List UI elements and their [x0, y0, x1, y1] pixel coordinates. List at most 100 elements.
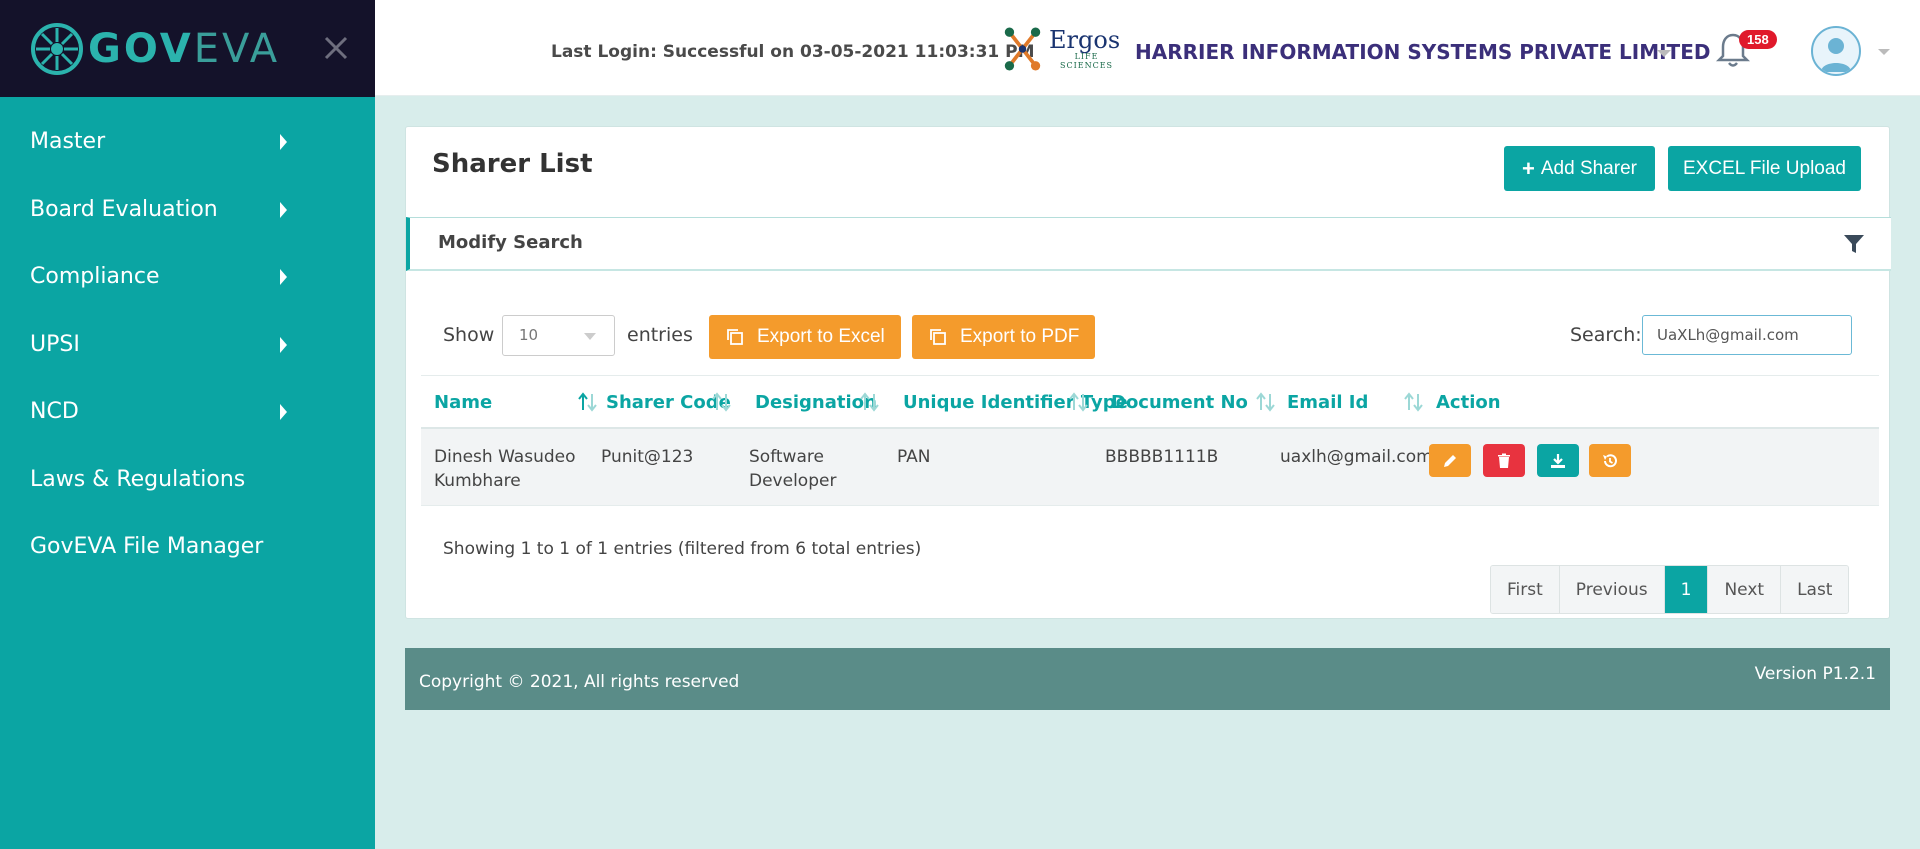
search-label: Search: [1570, 324, 1642, 346]
sort-icon[interactable] [1068, 392, 1090, 412]
sidebar-item-board-evaluation[interactable]: Board Evaluation [0, 176, 375, 244]
cell-designation-line1: Software [749, 447, 824, 467]
sidebar-nav: Master Board Evaluation Compliance UPSI … [0, 97, 375, 581]
cell-designation-line2: Developer [749, 471, 837, 491]
version-text: Version P1.2.1 [1754, 664, 1876, 684]
entries-select-value: 10 [519, 326, 539, 344]
client-logo-tagline: LIFE SCIENCES [1059, 52, 1114, 70]
sort-icon[interactable] [859, 392, 881, 412]
entries-label: entries [627, 324, 693, 346]
table-info: Showing 1 to 1 of 1 entries (filtered fr… [443, 539, 922, 559]
export-excel-label: Export to Excel [757, 326, 885, 347]
notification-badge: 158 [1739, 30, 1777, 49]
sidebar-item-master[interactable]: Master [0, 108, 375, 176]
sidebar: GOVEVA Master Board Evaluation Complianc… [0, 0, 375, 849]
last-login-text: Last Login: Successful on 03-05-2021 11:… [551, 42, 1035, 62]
caret-right-icon [280, 134, 287, 150]
caret-right-icon [280, 269, 287, 285]
add-sharer-button[interactable]: + Add Sharer [1504, 146, 1655, 191]
copy-icon [727, 329, 743, 345]
client-logo-name: Ergos [1049, 26, 1121, 54]
caret-right-icon [280, 404, 287, 420]
download-icon [1551, 453, 1565, 468]
column-header-email[interactable]: Email Id [1287, 392, 1368, 413]
column-header-document-no[interactable]: Document No [1111, 392, 1248, 413]
user-avatar-icon[interactable] [1811, 26, 1861, 76]
excel-upload-button[interactable]: EXCEL File Upload [1668, 146, 1861, 191]
column-header-uid-type[interactable]: Unique Identifier Type [903, 392, 1128, 413]
plus-icon: + [1522, 155, 1535, 181]
cell-name-line2: Kumbhare [434, 471, 521, 491]
sharer-list-card: Sharer List + Add Sharer EXCEL File Uplo… [405, 126, 1891, 619]
column-header-action: Action [1436, 392, 1501, 413]
caret-right-icon [280, 201, 287, 218]
copy-icon [930, 329, 946, 345]
modify-search-label: Modify Search [438, 232, 583, 253]
cell-name-line1: Dinesh Wasudeo [434, 447, 576, 467]
sidebar-item-label: Board Evaluation [30, 196, 218, 222]
sidebar-item-file-manager[interactable]: GovEVA File Manager [0, 513, 375, 581]
delete-button[interactable] [1483, 444, 1525, 477]
pagination: First Previous 1 Next Last [1490, 565, 1850, 614]
export-pdf-button[interactable]: Export to PDF [912, 315, 1095, 359]
page-last[interactable]: Last [1781, 566, 1849, 613]
cell-name: Dinesh Wasudeo Kumbhare [434, 445, 576, 493]
sharer-table: Name Sharer Code Designation Unique Iden… [421, 375, 1879, 506]
sidebar-item-label: NCD [30, 399, 79, 425]
download-button[interactable] [1537, 444, 1579, 477]
sidebar-item-compliance[interactable]: Compliance [0, 243, 375, 311]
cell-sharer-code: Punit@123 [601, 447, 694, 467]
export-pdf-label: Export to PDF [960, 326, 1080, 347]
sidebar-item-label: GovEVA File Manager [30, 534, 264, 560]
brand-name-part1: GOV [88, 25, 194, 72]
sidebar-item-label: Master [30, 129, 106, 155]
footer: Copyright © 2021, All rights reserved Ve… [405, 648, 1890, 710]
brand-name-part2: EVA [193, 25, 281, 72]
company-selector[interactable]: HARRIER INFORMATION SYSTEMS PRIVATE LIMI… [1135, 40, 1710, 64]
copyright-text: Copyright © 2021, All rights reserved [419, 672, 740, 692]
modify-search-bar[interactable]: Modify Search [406, 217, 1891, 271]
chevron-down-icon [584, 333, 596, 340]
close-icon[interactable] [318, 30, 354, 66]
page-next[interactable]: Next [1708, 566, 1782, 613]
client-logo: Ergos LIFE SCIENCES [1002, 14, 1124, 84]
chevron-down-icon[interactable] [1657, 50, 1671, 57]
top-header: Last Login: Successful on 03-05-2021 11:… [375, 0, 1920, 96]
sort-icon[interactable] [577, 392, 599, 412]
edit-icon [1444, 454, 1456, 467]
page-previous[interactable]: Previous [1559, 566, 1665, 613]
page-number[interactable]: 1 [1664, 566, 1709, 613]
logo-icon [31, 22, 83, 75]
sidebar-item-laws-regulations[interactable]: Laws & Regulations [0, 446, 375, 514]
history-icon [1603, 453, 1617, 467]
edit-button[interactable] [1429, 444, 1471, 477]
chevron-down-icon[interactable] [1878, 49, 1890, 55]
cell-email: uaxlh@gmail.com [1280, 447, 1433, 467]
client-logo-text: Ergos LIFE SCIENCES [1049, 28, 1124, 70]
sidebar-item-ncd[interactable]: NCD [0, 378, 375, 446]
delete-icon [1498, 453, 1510, 468]
page-title: Sharer List [432, 149, 593, 179]
table-header: Name Sharer Code Designation Unique Iden… [421, 375, 1879, 429]
entries-select[interactable]: 10 [502, 315, 615, 356]
page-first[interactable]: First [1491, 566, 1560, 613]
search-input[interactable] [1642, 315, 1852, 355]
cell-designation: Software Developer [749, 445, 836, 493]
sort-icon[interactable] [1403, 392, 1425, 412]
history-button[interactable] [1589, 444, 1631, 477]
brand-bar: GOVEVA [0, 0, 375, 97]
sidebar-item-label: UPSI [30, 331, 80, 357]
export-excel-button[interactable]: Export to Excel [709, 315, 901, 359]
add-sharer-label: Add Sharer [1540, 157, 1637, 179]
caret-right-icon [280, 336, 287, 353]
sort-icon[interactable] [711, 392, 733, 412]
cell-document-no: BBBBB1111B [1105, 447, 1219, 467]
brand-name: GOVEVA [88, 26, 280, 72]
column-header-name[interactable]: Name [434, 392, 492, 413]
filter-icon[interactable] [1842, 232, 1866, 256]
sort-icon[interactable] [1255, 392, 1277, 412]
cell-uid-type: PAN [897, 447, 931, 467]
table-row: Dinesh Wasudeo Kumbhare Punit@123 Softwa… [421, 429, 1879, 506]
sidebar-item-label: Compliance [30, 264, 160, 290]
sidebar-item-upsi[interactable]: UPSI [0, 311, 375, 379]
